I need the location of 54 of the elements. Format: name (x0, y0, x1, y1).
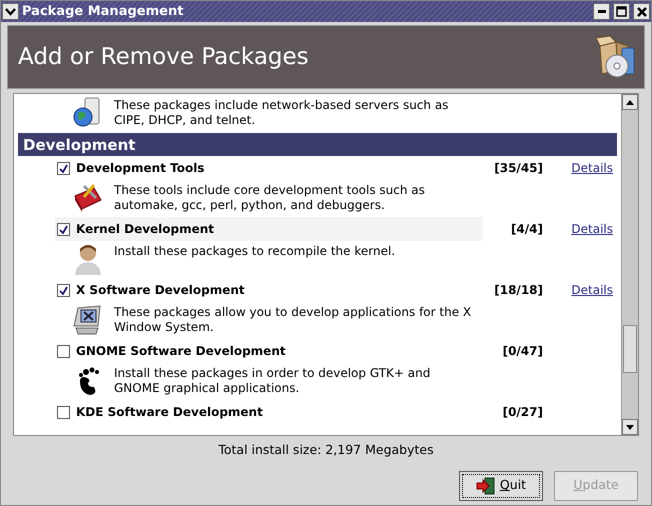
up-arrow-icon (626, 100, 634, 104)
package-name: X Software Development (76, 282, 246, 299)
checkbox[interactable] (57, 162, 70, 174)
exit-door-icon (476, 476, 496, 495)
quit-button[interactable]: Quit (459, 470, 543, 501)
checkmark-icon (59, 286, 68, 294)
package-description: Install these packages to recompile the kernel. (114, 243, 396, 259)
package-name: GNOME Software Development (76, 343, 287, 360)
package-description: These packages include network-based servers such as CIPE, DHCP, and telnet. (114, 97, 448, 128)
down-arrow-icon (626, 424, 634, 430)
package-cd-icon (596, 34, 636, 80)
checkbox[interactable] (57, 406, 70, 418)
chevron-down-icon (5, 8, 16, 16)
scroll-down-button[interactable] (622, 419, 638, 435)
package-description: These packages allow you to develop applications for the X Window System. (114, 304, 472, 335)
total-size-text: Total install size: 2,197 Megabytes (217, 441, 435, 459)
section-header: Development (18, 133, 617, 156)
details-link[interactable]: Details (543, 159, 617, 177)
package-row[interactable]: Kernel Development (55, 217, 483, 241)
minimize-icon (598, 10, 606, 13)
package-row[interactable]: Development Tools (55, 156, 483, 180)
header-title: Add or Remove Packages (18, 42, 309, 72)
package-count: [4/4] (510, 221, 543, 238)
package-row[interactable]: X Software Development (55, 278, 483, 302)
package-row[interactable]: KDE Software Development (55, 400, 483, 424)
package-name: KDE Software Development (76, 404, 264, 421)
scroll-up-button[interactable] (622, 94, 638, 110)
details-link[interactable]: Details (543, 220, 617, 238)
checkbox[interactable] (57, 344, 70, 358)
package-name: Development Tools (76, 160, 206, 177)
window-title: Package Management (22, 2, 184, 21)
maximize-button[interactable] (613, 3, 630, 20)
package-description: Install these packages in order to develop GTK+ and GNOME graphical applications. (114, 365, 430, 396)
person-icon (72, 243, 104, 275)
window-menu-button[interactable] (2, 3, 19, 20)
toolbox-icon (72, 182, 104, 214)
details-link[interactable]: Details (543, 281, 617, 299)
package-count: [35/45] (493, 160, 543, 177)
scrollbar[interactable] (621, 94, 638, 435)
maximize-icon (616, 6, 627, 17)
checkmark-icon (59, 224, 68, 234)
close-button[interactable] (633, 3, 650, 20)
minimize-button[interactable] (593, 3, 610, 20)
checkmark-icon (59, 164, 68, 172)
package-name: Kernel Development (76, 221, 216, 238)
scroll-thumb[interactable] (623, 325, 637, 373)
package-row[interactable]: GNOME Software Development (55, 339, 483, 363)
package-count: [0/27] (502, 404, 543, 421)
package-count: [0/47] (502, 343, 543, 360)
close-icon (636, 6, 646, 16)
package-description: These tools include core development tools such as automake, gcc, perl, python, and debuggers. (114, 182, 425, 213)
checkbox[interactable] (57, 222, 70, 236)
checkbox[interactable] (57, 284, 70, 296)
package-count: [18/18] (493, 282, 543, 299)
